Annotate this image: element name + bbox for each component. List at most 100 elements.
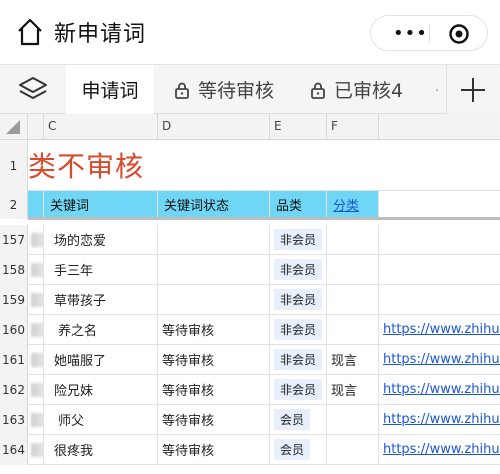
cell-keyword[interactable]: 手三年	[44, 255, 158, 284]
column-header-f[interactable]: F	[327, 114, 379, 139]
cell-url[interactable]: https://www.zhihu.com	[379, 375, 500, 404]
row-header[interactable]: 158	[0, 255, 28, 285]
redacted-mark	[31, 322, 43, 337]
cell-keyword-status[interactable]	[158, 285, 270, 314]
cell-url[interactable]: https://www.zhihu.com	[379, 315, 500, 344]
cell-b[interactable]	[28, 255, 44, 284]
add-sheet-button[interactable]	[446, 65, 500, 114]
column-header-d[interactable]: D	[158, 114, 270, 139]
row-header[interactable]: 164	[0, 435, 28, 465]
row-header[interactable]: 159	[0, 285, 28, 315]
row-header[interactable]: 1	[0, 140, 28, 191]
table-row: 师父等待审核会员 https://www.zhihu.com	[28, 405, 500, 435]
cell-keyword[interactable]: 草带孩子	[44, 285, 158, 314]
cell-b[interactable]	[28, 405, 44, 434]
cell-category[interactable]: 非会员	[270, 345, 327, 374]
cell-classify[interactable]	[327, 315, 379, 344]
tab-more-sheet[interactable]	[430, 65, 446, 114]
url-link[interactable]: https://www.zhihu.com	[383, 412, 500, 427]
more-options-icon[interactable]: •••	[393, 23, 428, 44]
lock-icon	[175, 82, 189, 99]
cell-keyword-status[interactable]: 等待审核	[158, 345, 270, 374]
cell-keyword[interactable]: 险兄妹	[44, 375, 158, 404]
classify-link[interactable]: 分类	[333, 195, 359, 214]
cell-classify[interactable]: 现言	[327, 345, 379, 374]
row-header[interactable]: 162	[0, 375, 28, 405]
header-keyword-status[interactable]: 关键词状态	[158, 191, 270, 218]
cell-b[interactable]	[28, 435, 44, 464]
cell-b[interactable]	[28, 315, 44, 344]
cell-keyword-status[interactable]	[158, 255, 270, 284]
table-row: 险兄妹等待审核非会员现言 https://www.zhihu.com	[28, 375, 500, 405]
cell-keyword-status[interactable]: 等待审核	[158, 405, 270, 434]
url-link[interactable]: https://www.zhihu.com	[383, 382, 500, 397]
cell-b[interactable]	[28, 375, 44, 404]
cell-url[interactable]: https://www.zhihu.com	[379, 435, 500, 464]
cell-url[interactable]: https://www.zhihu.com	[379, 345, 500, 374]
cell-classify[interactable]	[327, 285, 379, 314]
close-mini-program-icon[interactable]	[449, 24, 469, 44]
cell-category[interactable]: 非会员	[270, 315, 327, 344]
cell-keyword-status[interactable]: 等待审核	[158, 375, 270, 404]
cell-category[interactable]: 非会员	[270, 225, 327, 254]
column-header-b[interactable]	[28, 114, 44, 139]
tab-apply-words[interactable]: 申请词	[66, 65, 154, 114]
home-icon[interactable]	[16, 17, 44, 47]
table-row: 草带孩子 非会员	[28, 285, 500, 315]
header-cell[interactable]	[28, 191, 44, 218]
freeze-divider[interactable]	[28, 217, 500, 220]
redacted-mark	[31, 232, 43, 247]
cell-url[interactable]	[379, 225, 500, 254]
tab-reviewed[interactable]: 已审核4	[298, 65, 416, 114]
redacted-mark	[31, 292, 43, 307]
row-header[interactable]: 163	[0, 405, 28, 435]
tab-label: 申请词	[81, 80, 139, 102]
header-keyword[interactable]: 关键词	[44, 191, 158, 218]
cell-classify[interactable]	[327, 405, 379, 434]
cell-keyword-status[interactable]	[158, 225, 270, 254]
column-header-e[interactable]: E	[270, 114, 327, 139]
column-header-g[interactable]	[379, 114, 500, 139]
cell-b[interactable]	[28, 225, 44, 254]
cell-b[interactable]	[28, 345, 44, 374]
cell-classify[interactable]	[327, 255, 379, 284]
cell-keyword[interactable]: 师父	[44, 405, 158, 434]
cell-url[interactable]	[379, 285, 500, 314]
cell-url[interactable]: https://www.zhihu.com	[379, 405, 500, 434]
cell-b[interactable]	[28, 285, 44, 314]
cell-category[interactable]: 非会员	[270, 255, 327, 284]
row-header[interactable]: 157	[0, 225, 28, 255]
header-category[interactable]: 品类	[270, 191, 327, 218]
cell-category[interactable]: 会员	[270, 435, 327, 464]
cell-category[interactable]: 非会员	[270, 375, 327, 404]
row-header[interactable]: 2	[0, 191, 28, 219]
cell-keyword[interactable]: 她喵服了	[44, 345, 158, 374]
row-header[interactable]: 160	[0, 315, 28, 345]
header-empty[interactable]	[379, 191, 500, 218]
column-header-c[interactable]: C	[44, 114, 158, 139]
cell-keyword-status[interactable]: 等待审核	[158, 315, 270, 344]
row-header[interactable]: 161	[0, 345, 28, 375]
category-tag: 会员	[274, 439, 311, 460]
url-link[interactable]: https://www.zhihu.com	[383, 322, 500, 337]
url-link[interactable]: https://www.zhihu.com	[383, 442, 500, 457]
tab-label: 已审核4	[334, 80, 404, 102]
cell-keyword-status[interactable]: 等待审核	[158, 435, 270, 464]
cell-classify[interactable]	[327, 435, 379, 464]
cell-category[interactable]: 非会员	[270, 285, 327, 314]
cell-keyword[interactable]: 场的恋爱	[44, 225, 158, 254]
header-classify[interactable]: 分类	[327, 191, 379, 218]
cell-url[interactable]	[379, 255, 500, 284]
tab-pending-review[interactable]: 等待审核	[162, 65, 292, 114]
cell-classify[interactable]	[327, 225, 379, 254]
cell-keyword[interactable]: 很疼我	[44, 435, 158, 464]
cell-category[interactable]: 会员	[270, 405, 327, 434]
redacted-mark	[31, 412, 43, 427]
sheet-banner-title[interactable]: 类不审核	[28, 140, 500, 190]
cell-classify[interactable]: 现言	[327, 375, 379, 404]
cell-keyword[interactable]: 养之名	[44, 315, 158, 344]
select-all-corner[interactable]	[0, 114, 28, 139]
sheet-list-button[interactable]	[0, 65, 66, 114]
category-tag: 非会员	[274, 229, 323, 250]
url-link[interactable]: https://www.zhihu.com	[383, 352, 500, 367]
